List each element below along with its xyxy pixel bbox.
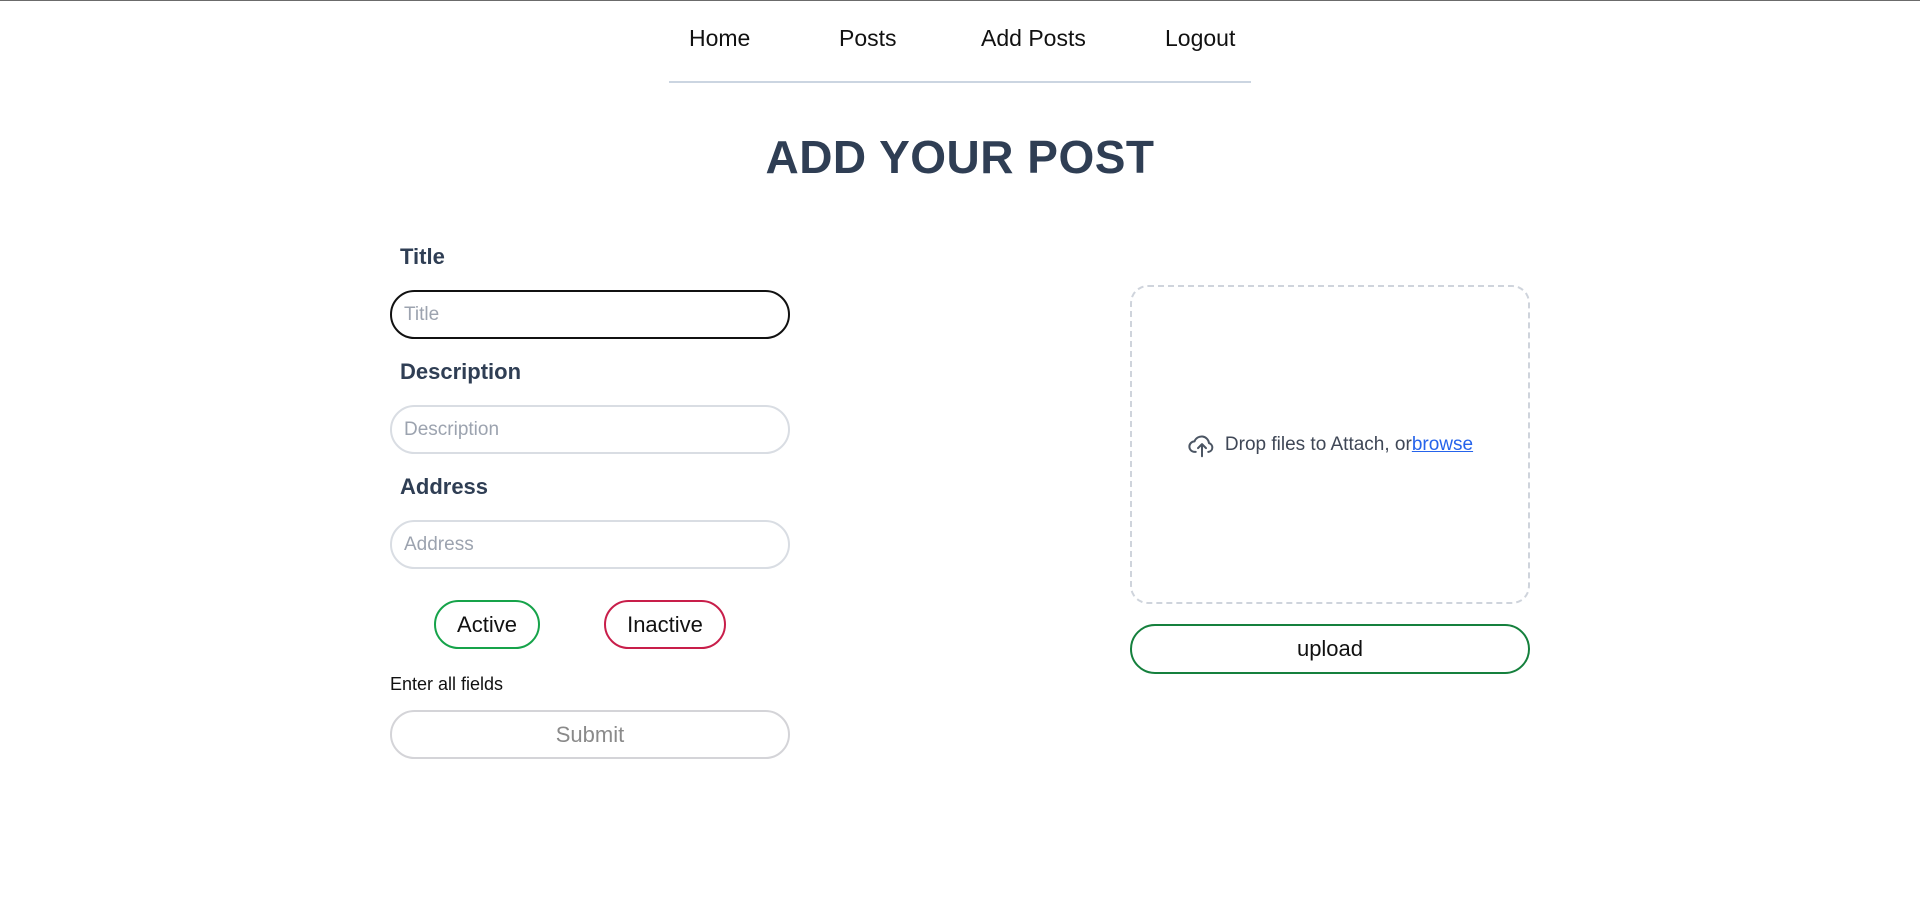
nav-add-posts-link[interactable]: Add Posts	[981, 25, 1086, 52]
inactive-status-button[interactable]: Inactive	[604, 600, 726, 649]
submit-button[interactable]: Submit	[390, 710, 790, 759]
dropzone-content: Drop files to Attach, orbrowse	[1132, 430, 1528, 460]
page-title: ADD YOUR POST	[765, 131, 1155, 183]
main-nav: Home Posts Add Posts Logout	[669, 1, 1251, 83]
nav-home-link[interactable]: Home	[689, 25, 750, 52]
browse-link[interactable]: browse	[1412, 434, 1473, 455]
title-label: Title	[400, 244, 445, 269]
description-input[interactable]	[390, 405, 790, 454]
nav-logout-link[interactable]: Logout	[1165, 25, 1235, 52]
active-status-button[interactable]: Active	[434, 600, 540, 649]
cloud-upload-icon	[1187, 430, 1217, 460]
address-input[interactable]	[390, 520, 790, 569]
address-label: Address	[400, 474, 489, 499]
file-dropzone[interactable]: Drop files to Attach, orbrowse	[1130, 285, 1530, 604]
nav-posts-link[interactable]: Posts	[839, 25, 897, 52]
validation-hint: Enter all fields	[390, 674, 504, 694]
description-label: Description	[400, 359, 522, 384]
dropzone-text: Drop files to Attach, or	[1224, 434, 1412, 455]
upload-button[interactable]: upload	[1130, 624, 1530, 674]
title-input[interactable]	[390, 290, 790, 339]
